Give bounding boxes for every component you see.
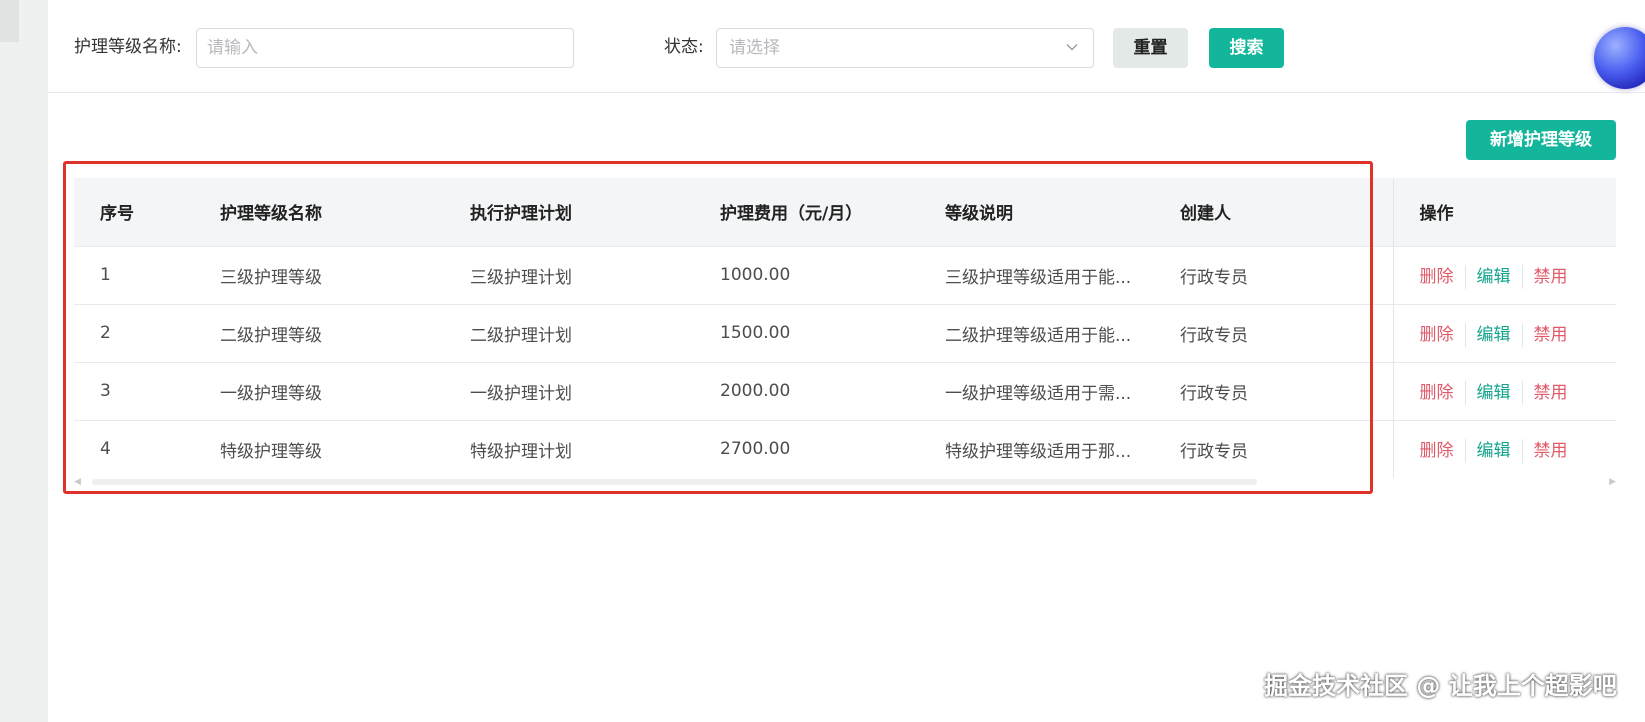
edit-link[interactable]: 编辑 (1477, 383, 1511, 403)
column-header-actions: 操作 (1392, 178, 1616, 246)
cell-name: 一级护理等级 (194, 361, 444, 420)
cell-creator: 行政专员 (1154, 303, 1393, 362)
delete-link[interactable]: 删除 (1420, 441, 1454, 461)
left-sidebar-edge (0, 0, 48, 722)
column-header-index: 序号 (100, 204, 134, 225)
cell-index: 3 (74, 361, 194, 420)
cell-description: 一级护理等级适用于需... (919, 361, 1154, 420)
edit-link[interactable]: 编辑 (1477, 267, 1511, 287)
edit-link[interactable]: 编辑 (1477, 441, 1511, 461)
column-header-creator: 创建人 (1180, 204, 1231, 225)
cell-description: 特级护理等级适用于那... (919, 419, 1154, 478)
cell-creator: 行政专员 (1154, 419, 1393, 478)
column-header-plan: 执行护理计划 (470, 204, 572, 225)
cell-plan: 二级护理计划 (444, 303, 694, 362)
table-row: 4 特级护理等级 特级护理计划 2700.00 特级护理等级适用于那... 行政… (74, 419, 1616, 478)
cell-description: 三级护理等级适用于能... (919, 245, 1154, 304)
disable-link[interactable]: 禁用 (1534, 267, 1568, 287)
action-divider (1521, 322, 1523, 347)
table-row: 2 二级护理等级 二级护理计划 1500.00 二级护理等级适用于能... 行政… (74, 303, 1616, 362)
delete-link[interactable]: 删除 (1420, 325, 1454, 345)
action-divider (1464, 380, 1466, 405)
action-divider (1464, 264, 1466, 289)
cell-fee: 1000.00 (694, 245, 919, 304)
care-level-table: 序号 护理等级名称 执行护理计划 护理费用（元/月） 等级说明 创建人 操作 1… (74, 178, 1616, 483)
action-divider (1521, 380, 1523, 405)
cell-plan: 一级护理计划 (444, 361, 694, 420)
cell-index: 2 (74, 303, 194, 362)
cell-fee: 1500.00 (694, 303, 919, 362)
action-divider (1521, 264, 1523, 289)
action-divider (1464, 438, 1466, 463)
reset-button[interactable]: 重置 (1113, 28, 1188, 68)
cell-plan: 三级护理计划 (444, 245, 694, 304)
cell-actions: 删除 编辑 禁用 (1392, 303, 1616, 362)
delete-link[interactable]: 删除 (1420, 267, 1454, 287)
cell-creator: 行政专员 (1154, 361, 1393, 420)
cell-index: 4 (74, 419, 194, 478)
column-header-description: 等级说明 (945, 204, 1013, 225)
cell-creator: 行政专员 (1154, 245, 1393, 304)
table-header-row: 序号 护理等级名称 执行护理计划 护理费用（元/月） 等级说明 创建人 操作 (74, 178, 1616, 246)
cell-actions: 删除 编辑 禁用 (1392, 419, 1616, 478)
table-horizontal-scrollbar[interactable]: ◀ ▶ (74, 477, 1616, 487)
cell-description: 二级护理等级适用于能... (919, 303, 1154, 362)
cell-fee: 2000.00 (694, 361, 919, 420)
filter-bar: 护理等级名称: 状态: 请选择 重置 搜索 (48, 0, 1645, 93)
name-filter-label: 护理等级名称: (74, 37, 182, 57)
disable-link[interactable]: 禁用 (1534, 441, 1568, 461)
cell-name: 二级护理等级 (194, 303, 444, 362)
name-filter-input[interactable] (196, 28, 574, 68)
edit-link[interactable]: 编辑 (1477, 325, 1511, 345)
disable-link[interactable]: 禁用 (1534, 325, 1568, 345)
search-button[interactable]: 搜索 (1209, 28, 1284, 68)
status-filter-label: 状态: (664, 37, 704, 57)
scroll-right-icon[interactable]: ▶ (1609, 477, 1616, 487)
add-care-level-button[interactable]: 新增护理等级 (1466, 120, 1616, 160)
table-row: 3 一级护理等级 一级护理计划 2000.00 一级护理等级适用于需... 行政… (74, 361, 1616, 420)
column-header-fee: 护理费用（元/月） (720, 204, 863, 225)
chevron-down-icon (1066, 44, 1078, 51)
watermark-text: 掘金技术社区 @ 让我上个超影吧 (1264, 672, 1617, 700)
cell-fee: 2700.00 (694, 419, 919, 478)
status-select-placeholder: 请选择 (729, 38, 780, 58)
cell-name: 三级护理等级 (194, 245, 444, 304)
scroll-left-icon[interactable]: ◀ (74, 477, 81, 487)
cell-actions: 删除 编辑 禁用 (1392, 361, 1616, 420)
delete-link[interactable]: 删除 (1420, 383, 1454, 403)
action-divider (1521, 438, 1523, 463)
status-select[interactable]: 请选择 (716, 28, 1094, 68)
main-panel: 护理等级名称: 状态: 请选择 重置 搜索 新增护理等级 序号 护理等级名称 执… (48, 0, 1645, 722)
cell-name: 特级护理等级 (194, 419, 444, 478)
left-sidebar-tab (0, 0, 19, 42)
table-row: 1 三级护理等级 三级护理计划 1000.00 三级护理等级适用于能... 行政… (74, 245, 1616, 304)
cell-plan: 特级护理计划 (444, 419, 694, 478)
action-divider (1464, 322, 1466, 347)
cell-actions: 删除 编辑 禁用 (1392, 245, 1616, 304)
column-header-name: 护理等级名称 (220, 204, 322, 225)
cell-index: 1 (74, 245, 194, 304)
disable-link[interactable]: 禁用 (1534, 383, 1568, 403)
scroll-thumb[interactable] (92, 479, 1257, 485)
